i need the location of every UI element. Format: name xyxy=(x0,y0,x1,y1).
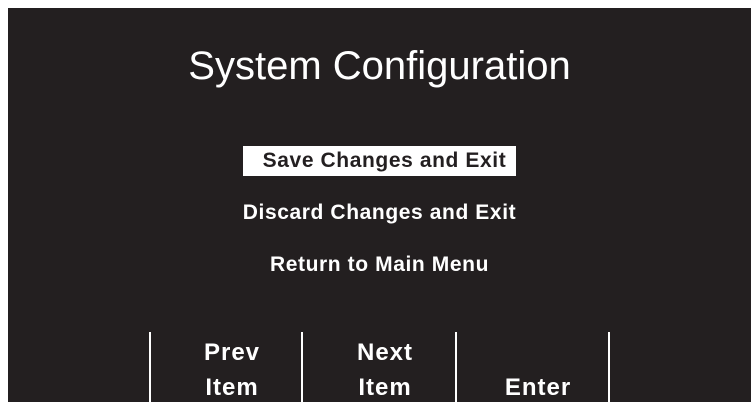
page-title: System Configuration xyxy=(188,44,571,88)
softkey-label-line2: Enter xyxy=(504,374,572,401)
menu-item-discard-and-exit[interactable]: Discard Changes and Exit xyxy=(8,198,751,228)
menu-item-save-and-exit[interactable]: Save Changes and Exit xyxy=(8,146,751,176)
softkey-label-line1: Prev xyxy=(203,339,261,366)
softkey-label-line1: Next xyxy=(356,339,414,366)
menu-item-label: Return to Main Menu xyxy=(269,253,490,276)
next-item-softkey[interactable]: Next Item xyxy=(310,332,460,402)
softkey-label-line2: Item xyxy=(205,374,259,401)
menu-item-return-to-main[interactable]: Return to Main Menu xyxy=(8,250,751,280)
softkey-divider xyxy=(149,332,151,402)
softkey-label-line2: Item xyxy=(358,374,412,401)
enter-softkey[interactable]: Enter xyxy=(463,332,613,402)
menu-item-label: Discard Changes and Exit xyxy=(242,201,517,224)
config-screen: System Configuration Save Changes and Ex… xyxy=(8,8,751,402)
prev-item-softkey[interactable]: Prev Item xyxy=(157,332,307,402)
menu-item-label: Save Changes and Exit xyxy=(242,146,517,176)
